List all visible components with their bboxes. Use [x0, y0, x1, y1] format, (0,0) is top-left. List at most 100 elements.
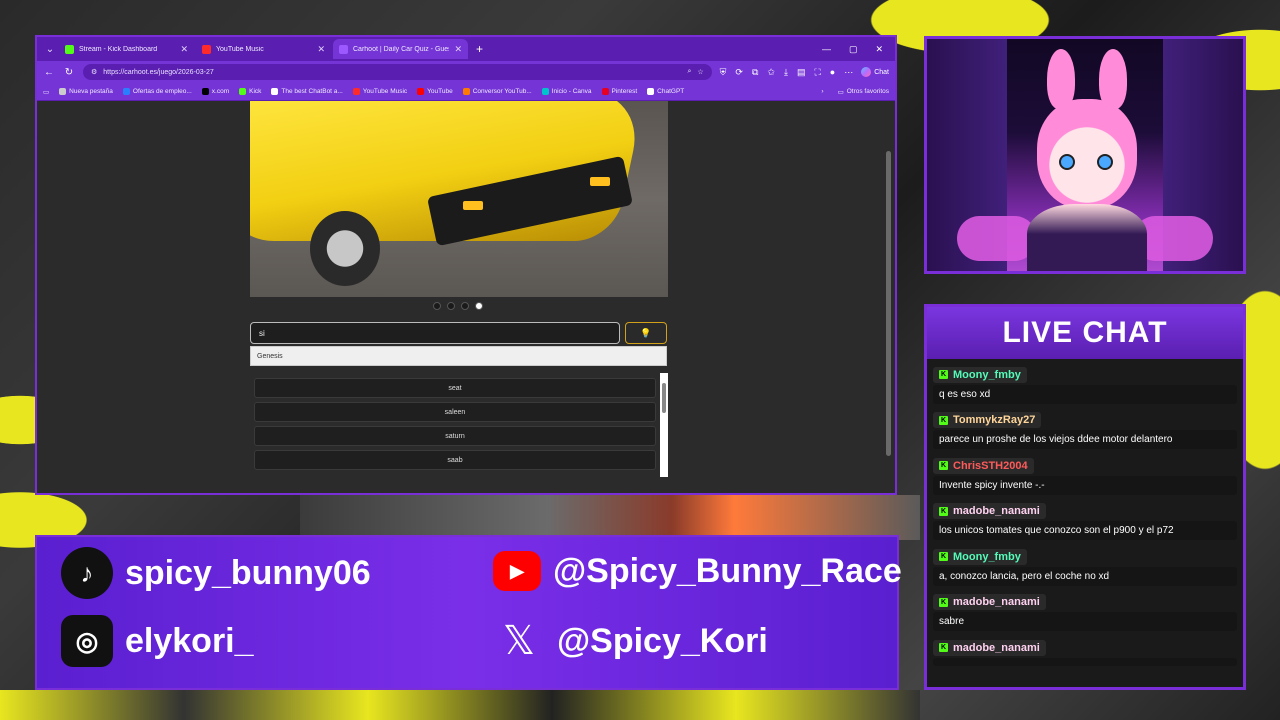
chat-message-text: parece un proshe de los viejos ddee moto…: [933, 430, 1237, 449]
carousel-dot[interactable]: [461, 302, 469, 310]
bookmark-favicon-icon: [239, 88, 247, 95]
hint-button[interactable]: 💡: [625, 322, 667, 344]
social-banner: ♪ spicy_bunny06 ▶ @Spicy_Bunny_Race ◎ el…: [35, 535, 902, 690]
profile-avatar-icon[interactable]: ●: [830, 67, 835, 77]
back-icon[interactable]: ←: [43, 67, 55, 78]
chat-message: K madobe_nanami los unicos tomates que c…: [933, 500, 1237, 540]
webcam-overlay: [924, 36, 1246, 274]
bookmark-label: The best ChatBot a...: [281, 88, 343, 95]
bookmark-item[interactable]: Pinterest: [601, 88, 638, 95]
bookmark-label: Pinterest: [611, 88, 638, 95]
chat-username: K Moony_fmby: [933, 366, 1027, 383]
favorite-star-icon[interactable]: ☆: [697, 68, 703, 76]
url-text: https://carhoot.es/juego/2026-03-27: [103, 68, 214, 76]
instagram-handle: elykori_: [125, 621, 254, 660]
live-chat-title: LIVE CHAT: [927, 307, 1243, 359]
brand-option[interactable]: saab: [254, 450, 656, 470]
extension-icon[interactable]: ⧉: [752, 67, 758, 78]
address-bar[interactable]: ⚙ https://carhoot.es/juego/2026-03-27 ⌕ …: [83, 64, 712, 80]
brand-option[interactable]: saturn: [254, 426, 656, 446]
page-scrollbar[interactable]: [886, 151, 891, 456]
bookmark-item[interactable]: Kick: [239, 88, 261, 95]
tab-label: Stream - Kick Dashboard: [79, 45, 158, 53]
bookmark-favicon-icon: [462, 88, 470, 95]
other-bookmarks-label: Otros favoritos: [846, 88, 889, 95]
couch-left: [957, 216, 1037, 261]
chevron-right-icon[interactable]: ›: [821, 88, 823, 96]
bookmark-item[interactable]: ChatGPT: [647, 88, 684, 95]
carousel-dot[interactable]: [447, 302, 455, 310]
bookmark-item[interactable]: Ofertas de empleo...: [122, 88, 192, 95]
page-viewport: 💡 Genesis seat saleen saturn saab: [37, 101, 895, 493]
reload-icon[interactable]: ↻: [63, 67, 75, 78]
bookmark-list: Nueva pestaña Ofertas de empleo... x.com…: [59, 88, 684, 95]
minimize-icon[interactable]: —: [822, 44, 831, 55]
close-icon[interactable]: ✕: [317, 44, 325, 55]
bookmark-label: YouTube Music: [362, 88, 408, 95]
tab-search-icon[interactable]: ⌄: [41, 44, 59, 55]
bookmark-label: Inicio - Canva: [551, 88, 592, 95]
maximize-icon[interactable]: ▢: [849, 44, 858, 55]
car-headlight: [463, 201, 483, 210]
shield-icon[interactable]: ⛨: [720, 67, 727, 78]
car-headlight: [590, 177, 610, 186]
bookmark-item[interactable]: YouTube: [417, 88, 453, 95]
screenshot-icon[interactable]: ⛶: [814, 67, 820, 78]
chat-message-text: q es eso xd: [933, 384, 1237, 404]
chat-message-text: a, conozco lancia, pero el coche no xd: [933, 566, 1237, 586]
bookmark-item[interactable]: The best ChatBot a...: [271, 88, 343, 95]
bookmark-label: x.com: [211, 88, 230, 95]
carousel-dot[interactable]: [433, 302, 441, 310]
brand-option[interactable]: saleen: [254, 402, 656, 422]
carousel-dot[interactable]: [475, 302, 483, 310]
browser-toolbar: ← ↻ ⚙ https://carhoot.es/juego/2026-03-2…: [37, 61, 895, 83]
autocomplete-suggestion[interactable]: Genesis: [250, 346, 667, 366]
chat-message: K TommykzRay27 parece un proshe de los v…: [933, 409, 1237, 449]
new-tab-button[interactable]: +: [470, 42, 489, 56]
browser-tab[interactable]: YouTube Music ✕: [196, 39, 331, 59]
guess-input[interactable]: [250, 322, 620, 344]
close-icon[interactable]: ✕: [180, 44, 188, 55]
bookmark-item[interactable]: x.com: [201, 88, 230, 95]
browser-tab[interactable]: Carhoot | Daily Car Quiz - Guess t ✕: [333, 39, 468, 59]
chat-username-text: Moony_fmby: [953, 368, 1021, 381]
chat-username: K madobe_nanami: [933, 503, 1046, 519]
bookmarks-overflow: › ▭ Otros favoritos: [821, 88, 889, 96]
site-info-icon[interactable]: ⚙: [91, 68, 97, 76]
bookmark-item[interactable]: Nueva pestaña: [59, 88, 113, 95]
copilot-chat-button[interactable]: Chat: [861, 67, 889, 77]
bookmark-label: Ofertas de empleo...: [132, 88, 192, 95]
bookmark-favicon-icon: [352, 88, 360, 95]
chat-username-text: ChrisSTH2004: [953, 459, 1028, 472]
refresh-extension-icon[interactable]: ⟳: [735, 67, 743, 78]
bookmark-item[interactable]: YouTube Music: [352, 88, 408, 95]
favorites-icon[interactable]: ✩: [767, 67, 775, 78]
tab-label: YouTube Music: [216, 45, 264, 53]
tab-favicon-icon: [202, 44, 211, 54]
youtube-handle: @Spicy_Bunny_Race: [553, 551, 902, 590]
bookmark-menu-icon[interactable]: ▭: [43, 88, 49, 96]
close-window-icon[interactable]: ✕: [875, 44, 883, 55]
browser-tab[interactable]: Stream - Kick Dashboard ✕: [59, 39, 194, 59]
chat-label: Chat: [874, 68, 889, 76]
collections-icon[interactable]: ▤: [797, 67, 806, 78]
bookmark-label: ChatGPT: [657, 88, 685, 95]
bookmark-item[interactable]: Conversor YouTub...: [462, 88, 532, 95]
chat-message: K madobe_nanami sabre: [933, 591, 1237, 631]
chat-messages: K Moony_fmby q es eso xd K TommykzRay27 …: [927, 359, 1243, 675]
more-menu-icon[interactable]: ⋯: [844, 67, 853, 78]
tab-favicon-icon: [339, 44, 348, 54]
tiktok-handle: spicy_bunny06: [125, 553, 371, 592]
download-icon[interactable]: ⤓: [784, 67, 788, 78]
brand-list-scrollbar[interactable]: [660, 373, 668, 477]
other-bookmarks[interactable]: ▭ Otros favoritos: [838, 88, 889, 96]
chat-username-text: TommykzRay27: [953, 414, 1036, 426]
bookmarks-bar: ▭ Nueva pestaña Ofertas de empleo... x.c…: [37, 83, 895, 101]
zoom-icon[interactable]: ⌕: [687, 68, 691, 76]
brand-option[interactable]: seat: [254, 378, 656, 398]
kick-badge-icon: K: [939, 597, 948, 607]
instagram-social: ◎ elykori_: [61, 615, 254, 667]
browser-window: ⌄ Stream - Kick Dashboard ✕ YouTube Musi…: [35, 35, 897, 495]
close-icon[interactable]: ✕: [454, 44, 462, 55]
bookmark-item[interactable]: Inicio - Canva: [541, 88, 592, 95]
